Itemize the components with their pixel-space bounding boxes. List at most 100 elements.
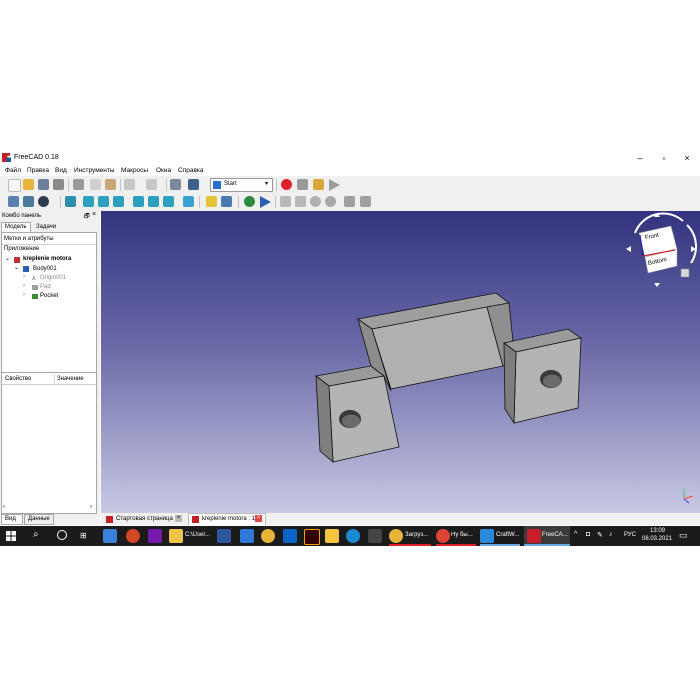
close-tab-icon[interactable]: × <box>255 515 262 522</box>
bottom-view-icon[interactable] <box>148 196 159 207</box>
save-as-icon[interactable] <box>53 179 64 190</box>
top-view-icon[interactable] <box>98 196 109 207</box>
part-icon[interactable] <box>206 196 217 207</box>
measure-icon[interactable] <box>183 196 194 207</box>
new-file-icon[interactable] <box>8 179 21 192</box>
language-indicator[interactable]: РУС <box>624 532 636 538</box>
fit-selection-icon[interactable] <box>23 196 34 207</box>
powerpoint-app-icon[interactable] <box>126 529 140 543</box>
left-view-icon[interactable] <box>163 196 174 207</box>
taskbar-craftware-label[interactable]: CraftW... <box>496 532 519 538</box>
maximize-button[interactable]: ▫ <box>654 152 674 164</box>
notification-icon[interactable]: ▭ <box>679 530 688 541</box>
group-icon[interactable] <box>221 196 232 207</box>
zoom-in-icon[interactable] <box>344 196 355 207</box>
isometric-view-icon[interactable] <box>65 196 76 207</box>
3d-view[interactable]: Front Bottom <box>101 211 700 513</box>
close-panel-icon[interactable]: × <box>92 211 96 218</box>
task-view-icon[interactable]: ⊞ <box>80 531 87 540</box>
draw-style-icon[interactable] <box>38 196 49 207</box>
menu-windows[interactable]: Окна <box>156 167 171 174</box>
tree-item-body[interactable]: ⌄ Body001 <box>2 265 96 274</box>
record-macro-icon[interactable] <box>281 179 292 190</box>
reload-icon[interactable] <box>310 196 321 207</box>
pen-icon[interactable]: ✎ <box>597 531 603 539</box>
edge-app-icon[interactable] <box>346 529 360 543</box>
tab-document[interactable]: kreplenie motora : 1 × <box>188 513 266 525</box>
scroll-right-icon[interactable]: › <box>90 504 92 510</box>
miro-app-icon[interactable] <box>325 529 339 543</box>
float-panel-icon[interactable]: 🗗 <box>84 212 90 222</box>
cut-icon[interactable] <box>73 179 84 190</box>
tab-start-page[interactable]: Стартовая страница × <box>104 514 184 524</box>
paste-icon[interactable] <box>105 179 116 190</box>
bracket-model[interactable] <box>101 211 700 513</box>
chevron-right-icon[interactable]: › <box>23 274 25 280</box>
chevron-down-icon[interactable]: ⌄ <box>14 264 19 271</box>
taskbar-freecad-label[interactable]: FreeCA... <box>542 532 568 538</box>
search-icon[interactable]: ⌕ <box>33 529 39 540</box>
back-icon[interactable] <box>280 196 291 207</box>
chevron-right-icon[interactable]: › <box>23 292 25 298</box>
menu-view[interactable]: Вид <box>55 167 67 174</box>
run-macro-icon[interactable] <box>329 179 340 191</box>
chrome-app-icon[interactable] <box>261 529 275 543</box>
minimize-button[interactable]: – <box>630 152 650 164</box>
tree-item-origin[interactable]: › ⅄ Origin001 <box>2 274 96 283</box>
chevron-up-icon[interactable]: ^ <box>574 531 577 538</box>
stop-macro-icon[interactable] <box>297 179 308 190</box>
onenote-app-icon[interactable] <box>148 529 162 543</box>
network-icon[interactable]: ◘ <box>586 531 590 538</box>
web-icon[interactable] <box>244 196 255 207</box>
navigate-forward-icon[interactable] <box>260 196 271 208</box>
chrome-download-icon[interactable] <box>389 529 403 543</box>
chrome-window-icon[interactable] <box>436 529 450 543</box>
undo-icon[interactable] <box>124 179 135 190</box>
explorer-app-icon[interactable] <box>169 529 183 543</box>
close-button[interactable]: × <box>677 152 697 164</box>
taskbar-explorer-label[interactable]: C:\User... <box>185 532 210 538</box>
save-icon[interactable] <box>38 179 49 190</box>
tab-model[interactable]: Модель <box>1 222 31 232</box>
freecad-app-icon[interactable] <box>527 529 541 543</box>
stop-icon[interactable] <box>325 196 336 207</box>
windows-start-icon[interactable] <box>6 531 16 541</box>
menu-edit[interactable]: Правка <box>27 167 49 174</box>
edit-macro-icon[interactable] <box>313 179 324 190</box>
menu-macro[interactable]: Макросы <box>121 167 148 174</box>
scroll-left-icon[interactable]: ‹ <box>3 504 5 510</box>
tab-view[interactable]: Вид <box>1 514 23 525</box>
close-tab-icon[interactable]: × <box>175 515 182 522</box>
clock-date[interactable]: 08.03.2021 <box>642 536 672 542</box>
cortana-icon[interactable] <box>57 530 67 540</box>
tree-item-pad[interactable]: › Pad <box>2 283 96 292</box>
rear-view-icon[interactable] <box>133 196 144 207</box>
menu-help[interactable]: Справка <box>178 167 204 174</box>
audio-app-icon[interactable] <box>368 529 382 543</box>
front-view-icon[interactable] <box>83 196 94 207</box>
craftware-app-icon[interactable] <box>480 529 494 543</box>
chevron-right-icon[interactable]: › <box>23 283 25 289</box>
illustrator-app-icon[interactable] <box>304 529 320 545</box>
photos-app-icon[interactable] <box>240 529 254 543</box>
tab-data[interactable]: Данные <box>24 514 54 525</box>
taskbar-chrome-label[interactable]: Ну бы... <box>451 532 473 538</box>
workbench-selector[interactable]: Start ▾ <box>210 178 273 192</box>
taskbar-download-label[interactable]: Загруз... <box>405 532 428 538</box>
zoom-app-icon[interactable] <box>103 529 117 543</box>
redo-icon[interactable] <box>146 179 157 190</box>
navigation-cube[interactable]: Front Bottom <box>621 211 700 293</box>
outlook-app-icon[interactable] <box>283 529 297 543</box>
tab-tasks[interactable]: Задачи <box>32 223 60 231</box>
forward-icon[interactable] <box>295 196 306 207</box>
tree-item-pocket[interactable]: › Pocket <box>2 292 96 301</box>
open-folder-icon[interactable] <box>23 179 34 190</box>
menu-tools[interactable]: Инструменты <box>74 167 115 174</box>
zoom-out-icon[interactable] <box>360 196 371 207</box>
volume-icon[interactable]: ♪ <box>609 531 613 538</box>
chevron-down-icon[interactable]: ⌄ <box>5 255 10 262</box>
fit-all-icon[interactable] <box>8 196 19 207</box>
copy-icon[interactable] <box>90 179 101 190</box>
right-view-icon[interactable] <box>113 196 124 207</box>
refresh-icon[interactable] <box>170 179 181 190</box>
